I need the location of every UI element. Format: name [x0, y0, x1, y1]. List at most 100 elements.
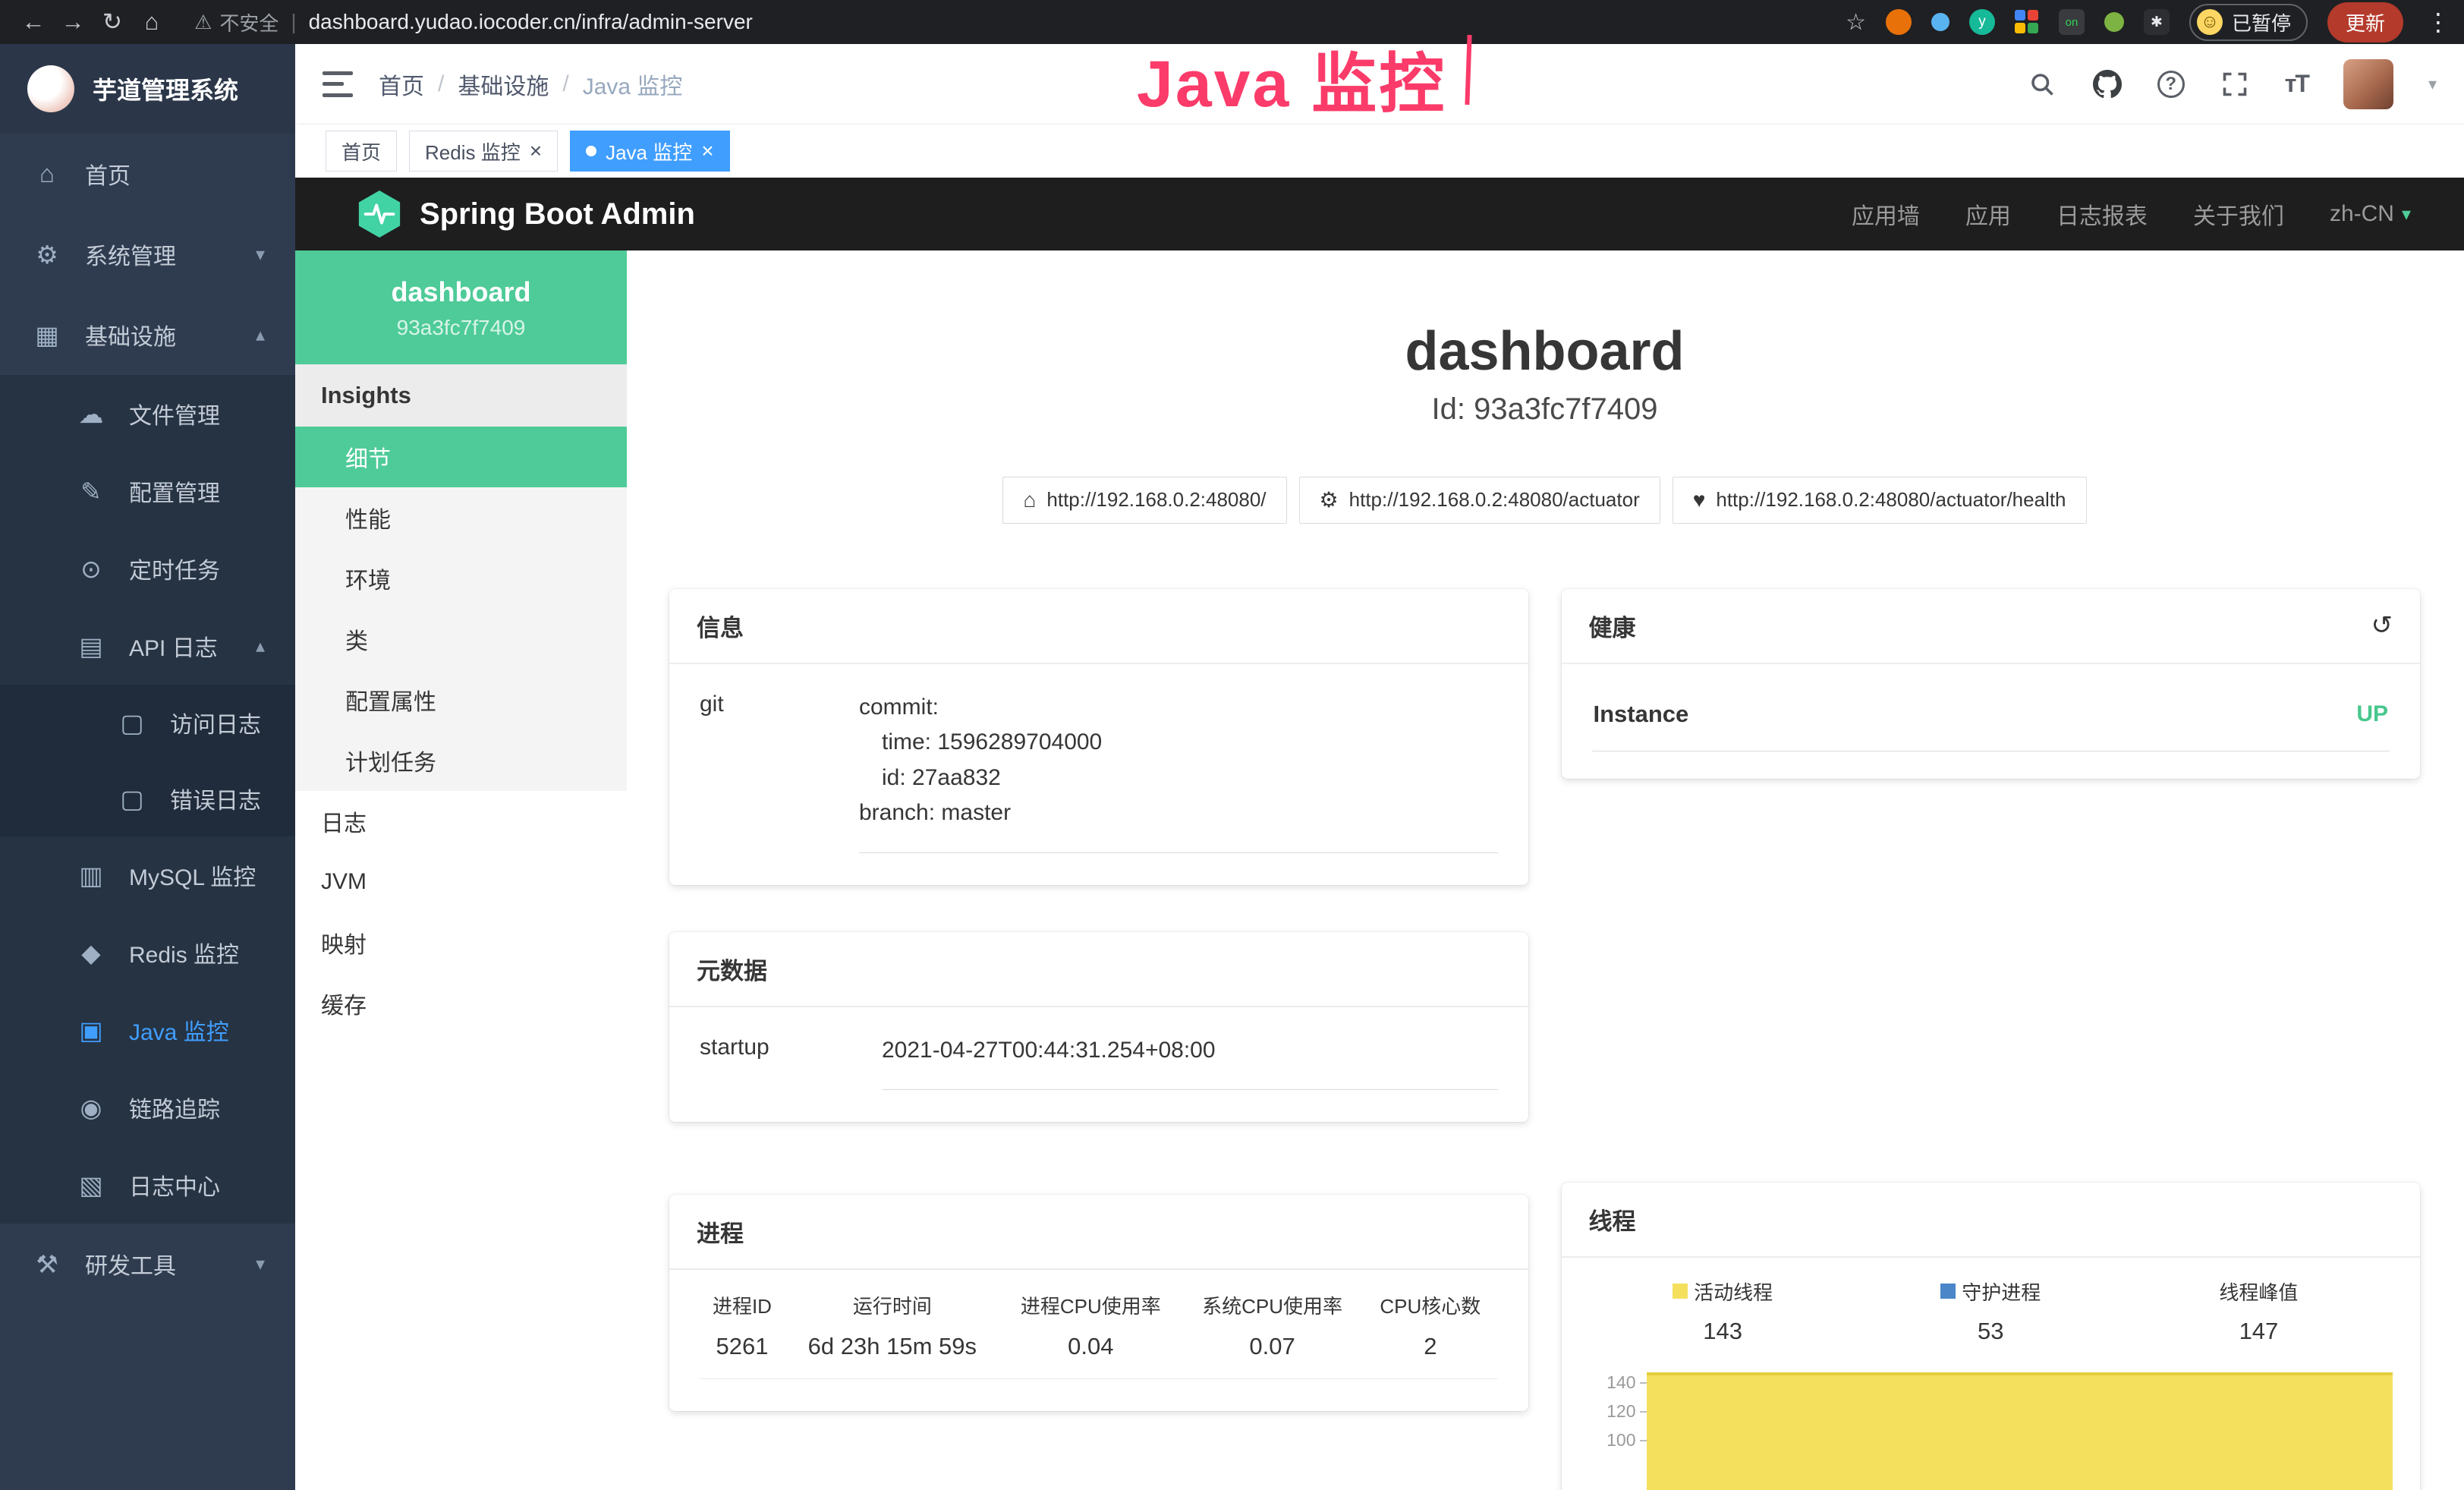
status-badge: UP [2356, 701, 2388, 727]
git-id-line: id: 27aa832 [859, 761, 1498, 796]
tag-java-monitor[interactable]: Java 监控 × [570, 131, 730, 172]
screen: ← → ↻ ⌂ ⚠ 不安全 | dashboard.yudao.iocoder.… [0, 0, 2464, 1490]
sidebar-item-system-mgmt[interactable]: ⚙ 系统管理 ▾ [0, 214, 295, 295]
profile-chip-label: 已暂停 [2232, 8, 2291, 36]
sba-item-jvm[interactable]: JVM [295, 852, 627, 912]
threads-card-title: 线程 [1562, 1183, 2421, 1258]
main-column: 首页 / 基础设施 / Java 监控 [295, 44, 2464, 1490]
health-card: 健康 ↺ Instance UP [1562, 589, 2421, 779]
sidebar-toggle-icon[interactable] [323, 71, 353, 97]
link-label: http://192.168.0.2:48080/ [1046, 488, 1266, 512]
back-icon[interactable]: ← [14, 8, 53, 36]
reload-icon[interactable]: ↻ [93, 8, 132, 36]
sidebar-item-label: Java 监控 [129, 1013, 229, 1047]
tag-redis-monitor[interactable]: Redis 监控 × [409, 131, 558, 172]
extension-icon-4[interactable] [2015, 10, 2039, 34]
close-icon[interactable]: × [701, 140, 713, 162]
fullscreen-icon[interactable] [2220, 69, 2250, 99]
sidebar-item-home[interactable]: ⌂ 首页 [0, 134, 295, 214]
info-card-title: 信息 [669, 589, 1528, 664]
chevron-down-icon: ▾ [2402, 203, 2411, 225]
chrome-menu-icon[interactable]: ⋮ [2426, 8, 2450, 36]
sidebar-item-scheduled-tasks[interactable]: ⊙ 定时任务 [0, 530, 295, 607]
sba-item-classes[interactable]: 类 [295, 609, 627, 669]
sba-nav-about[interactable]: 关于我们 [2193, 197, 2284, 231]
actuator-url-link[interactable]: ⚙ http://192.168.0.2:48080/actuator [1299, 477, 1660, 524]
spring-boot-admin: Spring Boot Admin 应用墙 应用 日志报表 关于我们 zh-CN… [295, 178, 2464, 1490]
sidebar-item-file-mgmt[interactable]: ☁ 文件管理 [0, 375, 295, 452]
search-icon[interactable] [2027, 69, 2057, 99]
sba-nav-applications[interactable]: 应用 [1965, 197, 2011, 231]
threads-chart: 140 120 100 [1589, 1368, 2393, 1490]
sidebar-item-error-logs[interactable]: ▢ 错误日志 [0, 761, 295, 836]
extension-icon-5[interactable]: on [2059, 9, 2085, 35]
service-url-link[interactable]: ⌂ http://192.168.0.2:48080/ [1002, 477, 1286, 524]
sba-body: dashboard 93a3fc7f7409 Insights 细节 性能 环境… [295, 250, 2464, 1490]
sba-nav-wallboard[interactable]: 应用墙 [1852, 197, 1920, 231]
table-row: 5261 6d 23h 15m 59s 0.04 0.07 2 [700, 1331, 1498, 1379]
sba-item-mappings[interactable]: 映射 [295, 912, 627, 973]
profile-chip[interactable]: ☺ 已暂停 [2189, 4, 2308, 41]
extension-icon-7[interactable]: ✱ [2144, 9, 2170, 35]
history-icon[interactable]: ↺ [2371, 610, 2393, 641]
metadata-card: 元数据 startup 2021-04-27T00:44:31.254+08:0… [669, 932, 1528, 1123]
ytick: 100 [1589, 1425, 1647, 1454]
extension-icon-1[interactable] [1886, 9, 1912, 35]
process-table: 进程ID 运行时间 进程CPU使用率 系统CPU使用率 CPU核心数 [700, 1287, 1498, 1379]
home-icon[interactable]: ⌂ [132, 8, 172, 36]
close-icon[interactable]: × [530, 140, 542, 162]
extension-icon-2[interactable] [1931, 13, 1949, 31]
tag-label: Redis 监控 [425, 137, 521, 165]
sidebar-item-config-mgmt[interactable]: ✎ 配置管理 [0, 452, 295, 530]
help-icon[interactable]: ? [2157, 71, 2185, 98]
sidebar-item-dev-tools[interactable]: ⚒ 研发工具 ▾ [0, 1224, 295, 1304]
sidebar-item-mysql-monitor[interactable]: ▥ MySQL 监控 [0, 836, 295, 914]
sba-item-caches[interactable]: 缓存 [295, 973, 627, 1034]
tag-home[interactable]: 首页 [326, 131, 397, 172]
address-bar[interactable]: dashboard.yudao.iocoder.cn/infra/admin-s… [309, 10, 753, 34]
sba-brand[interactable]: Spring Boot Admin [356, 189, 695, 239]
sba-item-scheduled[interactable]: 计划任务 [295, 730, 627, 791]
user-avatar[interactable] [2343, 59, 2393, 109]
database-icon: ▥ [74, 861, 108, 890]
github-icon[interactable] [2092, 69, 2123, 99]
forward-icon[interactable]: → [53, 8, 93, 36]
breadcrumb-infrastructure[interactable]: 基础设施 [458, 68, 549, 101]
sidebar-item-label: 日志中心 [129, 1168, 220, 1202]
sidebar-logo[interactable]: 芋道管理系统 [0, 44, 295, 134]
sba-nav-journal[interactable]: 日志报表 [2056, 197, 2148, 231]
sba-item-config-props[interactable]: 配置属性 [295, 669, 627, 730]
extension-icon-6[interactable] [2104, 12, 2124, 32]
health-url-link[interactable]: ♥ http://192.168.0.2:48080/actuator/heal… [1673, 477, 2087, 524]
sidebar-item-redis-monitor[interactable]: ◆ Redis 监控 [0, 914, 295, 991]
sba-item-metrics[interactable]: 性能 [295, 487, 627, 548]
sba-content: dashboard Id: 93a3fc7f7409 ⌂ http://192.… [627, 250, 2464, 1490]
annotation-text: Java 监控 [1137, 30, 1446, 125]
app-title: 芋道管理系统 [93, 71, 238, 106]
page-subtitle: Id: 93a3fc7f7409 [669, 392, 2420, 427]
sba-sidebar: dashboard 93a3fc7f7409 Insights 细节 性能 环境… [295, 250, 627, 1490]
font-size-icon[interactable]: тT [2285, 70, 2308, 98]
breadcrumb-home[interactable]: 首页 [379, 68, 424, 101]
chrome-update-button[interactable]: 更新 [2327, 2, 2403, 43]
bookmark-star-icon[interactable]: ☆ [1846, 9, 1866, 36]
sba-language-select[interactable]: zh-CN ▾ [2330, 201, 2411, 227]
sidebar-item-trace[interactable]: ◉ 链路追踪 [0, 1069, 295, 1146]
sidebar-item-infrastructure[interactable]: ▦ 基础设施 ▴ [0, 295, 295, 375]
avatar-caret-icon[interactable]: ▾ [2428, 74, 2437, 94]
health-instance-row[interactable]: Instance UP [1592, 695, 2390, 751]
git-time-line: time: 1596289704000 [859, 725, 1498, 761]
sidebar-item-api-logs[interactable]: ▤ API 日志 ▴ [0, 607, 295, 685]
sidebar-item-java-monitor[interactable]: ▣ Java 监控 [0, 991, 295, 1069]
sba-item-logs[interactable]: 日志 [295, 791, 627, 852]
tags-bar: 首页 Redis 监控 × Java 监控 × [295, 124, 2464, 178]
sidebar-item-access-logs[interactable]: ▢ 访问日志 [0, 685, 295, 761]
gear-icon: ⚙ [30, 240, 64, 269]
sba-instance-header[interactable]: dashboard 93a3fc7f7409 [295, 250, 627, 364]
sidebar-item-log-center[interactable]: ▧ 日志中心 [0, 1146, 295, 1224]
sba-item-details[interactable]: 细节 [295, 427, 627, 487]
extension-icon-3[interactable]: y [1969, 9, 1995, 35]
sba-item-environment[interactable]: 环境 [295, 548, 627, 609]
security-indicator[interactable]: ⚠ 不安全 [194, 8, 278, 36]
tag-label: Java 监控 [606, 137, 692, 165]
